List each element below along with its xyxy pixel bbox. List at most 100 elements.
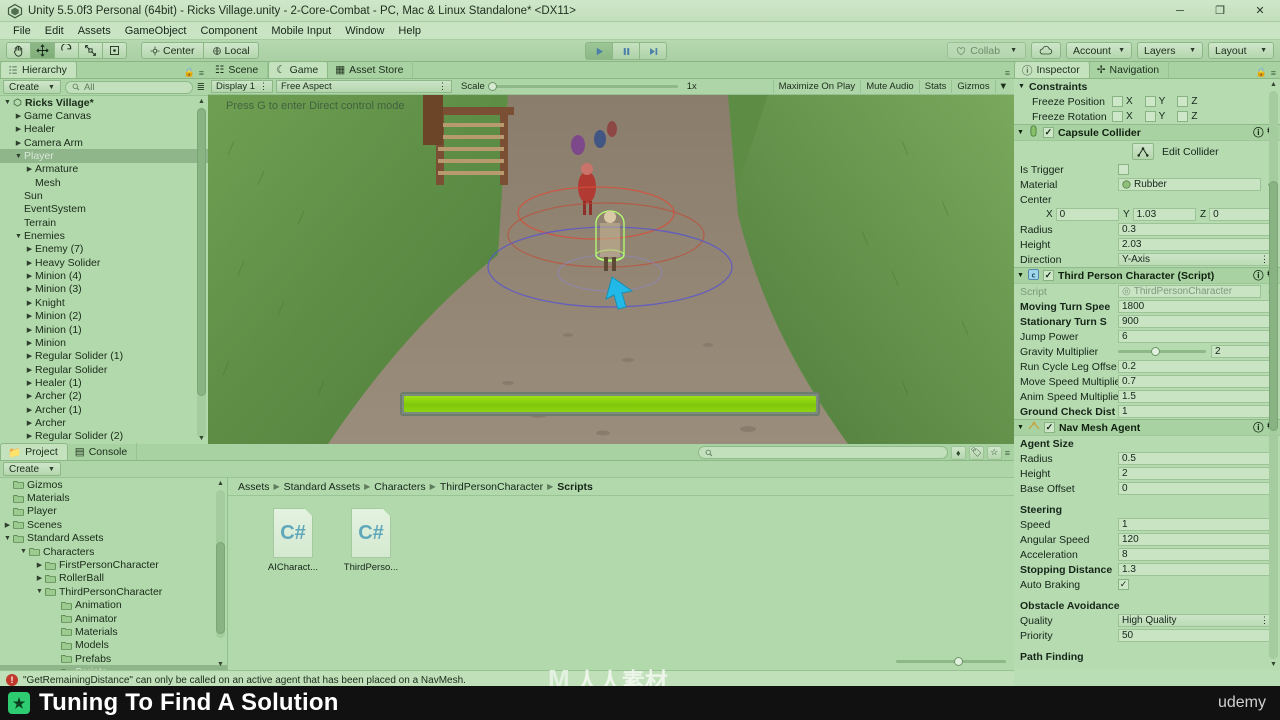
disclosure-triangle-icon[interactable]: ▶ bbox=[13, 125, 24, 133]
project-tree-item[interactable]: Animation bbox=[0, 599, 227, 612]
project-tree-item[interactable]: Gizmos bbox=[0, 478, 227, 491]
help-icon[interactable]: ⓘ bbox=[1253, 268, 1264, 283]
component-header-nav-mesh-agent[interactable]: ▼ ✓ Nav Mesh Agent ⓘ ⚙ bbox=[1014, 419, 1280, 436]
breadcrumb[interactable]: Assets ▶ Standard Assets ▶ Characters ▶ ThirdP… bbox=[228, 478, 1014, 496]
ground-check-distance-field[interactable]: 1 bbox=[1118, 405, 1273, 418]
disclosure-triangle-icon[interactable]: ▶ bbox=[24, 299, 35, 307]
rect-tool-icon[interactable] bbox=[102, 42, 127, 59]
hierarchy-item[interactable]: ▶ Minion (3) bbox=[0, 283, 208, 296]
hand-tool-icon[interactable] bbox=[6, 42, 31, 59]
disclosure-triangle-icon[interactable]: ▶ bbox=[24, 285, 35, 293]
hierarchy-item[interactable]: ▶ Archer (2) bbox=[0, 390, 208, 403]
inspector-scroll-thumb[interactable] bbox=[1269, 181, 1278, 431]
tab-project[interactable]: 📁 Project bbox=[0, 443, 68, 460]
asset-grid[interactable]: C# AICharact... C# ThirdPerso... bbox=[228, 496, 1014, 573]
asset-zoom-knob[interactable] bbox=[954, 657, 963, 666]
auto-braking-checkbox[interactable]: ✓ bbox=[1118, 579, 1129, 590]
hierarchy-item[interactable]: ▶ Regular Solider bbox=[0, 363, 208, 376]
agent-height-field[interactable]: 2 bbox=[1118, 467, 1273, 480]
inspector-scrollbar[interactable] bbox=[1269, 91, 1278, 659]
project-tree-item[interactable]: Models bbox=[0, 639, 227, 652]
hierarchy-item[interactable]: ▶ Regular Solider (1) bbox=[0, 350, 208, 363]
disclosure-triangle-icon[interactable]: ▼ bbox=[1018, 83, 1025, 90]
capsule-collider-enabled-checkbox[interactable]: ✓ bbox=[1042, 127, 1054, 138]
cloud-services-button[interactable] bbox=[1031, 42, 1061, 59]
hierarchy-scroll-up-icon[interactable]: ▲ bbox=[196, 96, 207, 106]
favorites-star-icon[interactable]: ☆ bbox=[986, 445, 1002, 460]
disclosure-triangle-icon[interactable]: ▼ bbox=[13, 153, 24, 160]
hierarchy-item[interactable]: ▼ Enemies bbox=[0, 229, 208, 242]
scale-tool-icon[interactable] bbox=[78, 42, 103, 59]
inspector-body[interactable]: ▼ Constraints Freeze Position X Y Z Free… bbox=[1014, 79, 1280, 670]
hierarchy-sort-icon[interactable]: ≣ bbox=[197, 82, 205, 93]
disclosure-triangle-icon[interactable]: ▼ bbox=[1017, 129, 1024, 136]
third-person-enabled-checkbox[interactable]: ✓ bbox=[1042, 270, 1054, 281]
hierarchy-item[interactable]: ▶ Minion (4) bbox=[0, 269, 208, 282]
menu-item-component[interactable]: Component bbox=[193, 24, 264, 38]
project-tree-item[interactable]: ▶ Scenes bbox=[0, 518, 227, 531]
breadcrumb-item[interactable]: Assets bbox=[238, 481, 270, 493]
hierarchy-item[interactable]: ▶ Enemy (7) bbox=[0, 243, 208, 256]
project-tree-rows[interactable]: Gizmos Materials Player ▶ Scenes ▼ Standard As… bbox=[0, 478, 227, 670]
disclosure-triangle-icon[interactable]: ▶ bbox=[34, 574, 45, 582]
layout-button[interactable]: Layout ▼ bbox=[1208, 42, 1274, 59]
collider-height-field[interactable]: 2.03 bbox=[1118, 238, 1273, 251]
avoidance-priority-field[interactable]: 50 bbox=[1118, 629, 1273, 642]
gravity-multiplier-value[interactable]: 2 bbox=[1211, 345, 1273, 358]
tab-inspector[interactable]: ⓘ Inspector bbox=[1014, 61, 1090, 78]
hierarchy-create-button[interactable]: Create ▼ bbox=[3, 80, 61, 94]
hierarchy-item[interactable]: ▶ Minion bbox=[0, 336, 208, 349]
agent-radius-field[interactable]: 0.5 bbox=[1118, 452, 1273, 465]
stats-button[interactable]: Stats bbox=[918, 80, 952, 93]
account-button[interactable]: Account ▼ bbox=[1066, 42, 1132, 59]
inspector-scroll-down-icon[interactable]: ▼ bbox=[1268, 659, 1279, 669]
jump-power-field[interactable]: 6 bbox=[1118, 330, 1273, 343]
maximize-on-play-button[interactable]: Maximize On Play bbox=[772, 80, 861, 93]
project-folder-tree[interactable]: Gizmos Materials Player ▶ Scenes ▼ Standard As… bbox=[0, 478, 228, 670]
collab-button[interactable]: Collab ▼ bbox=[947, 42, 1026, 59]
lock-icon[interactable]: 🔒 bbox=[184, 67, 195, 78]
menu-item-mobile-input[interactable]: Mobile Input bbox=[264, 24, 338, 38]
angular-speed-field[interactable]: 120 bbox=[1118, 533, 1273, 546]
hierarchy-tree[interactable]: ▼ Ricks Village* ▶ Game Canvas ▶ Healer ▶ Cam… bbox=[0, 96, 208, 444]
menu-item-edit[interactable]: Edit bbox=[38, 24, 71, 38]
breadcrumb-item[interactable]: Standard Assets bbox=[284, 481, 360, 493]
disclosure-triangle-icon[interactable]: ▶ bbox=[24, 419, 35, 427]
disclosure-triangle-icon[interactable]: ▶ bbox=[24, 165, 35, 173]
disclosure-triangle-icon[interactable]: ▶ bbox=[13, 112, 24, 120]
project-tree-item[interactable]: ▼ Characters bbox=[0, 545, 227, 558]
filter-by-type-icon[interactable]: ♦ bbox=[950, 445, 966, 460]
hierarchy-search-input[interactable]: All bbox=[64, 80, 193, 94]
hierarchy-scrollbar[interactable] bbox=[197, 108, 206, 438]
asset-item[interactable]: C# AICharact... bbox=[262, 508, 324, 573]
center-y-value[interactable]: 1.03 bbox=[1132, 208, 1196, 221]
tab-console[interactable]: ▤ Console bbox=[68, 443, 138, 460]
asset-zoom-slider[interactable] bbox=[896, 656, 1006, 667]
hierarchy-item[interactable]: ▶ Armature bbox=[0, 163, 208, 176]
freeze-rotation-z[interactable]: Z bbox=[1177, 111, 1197, 122]
hierarchy-item[interactable]: ▶ Minion (1) bbox=[0, 323, 208, 336]
menu-item-help[interactable]: Help bbox=[391, 24, 428, 38]
hierarchy-item[interactable]: ▶ Archer bbox=[0, 416, 208, 429]
freeze-rotation-x[interactable]: X bbox=[1112, 111, 1133, 122]
pivot-space-button[interactable]: Local bbox=[202, 42, 259, 59]
close-button[interactable]: ✕ bbox=[1240, 0, 1280, 22]
freeze-position-y[interactable]: Y bbox=[1144, 96, 1165, 107]
hierarchy-item[interactable]: ▶ Healer (1) bbox=[0, 376, 208, 389]
project-tree-item[interactable]: Player bbox=[0, 505, 227, 518]
tab-game[interactable]: ☾ Game bbox=[268, 61, 329, 78]
component-header-capsule-collider[interactable]: ▼ ✓ Capsule Collider ⓘ ⚙ bbox=[1014, 124, 1280, 141]
layers-button[interactable]: Layers ▼ bbox=[1137, 42, 1203, 59]
pause-button[interactable] bbox=[612, 42, 640, 60]
is-trigger-checkbox[interactable] bbox=[1118, 164, 1129, 175]
hierarchy-item[interactable]: ▶ Archer (1) bbox=[0, 403, 208, 416]
project-create-button[interactable]: Create ▼ bbox=[3, 462, 61, 476]
project-scroll-thumb[interactable] bbox=[216, 542, 225, 634]
constraints-section-header[interactable]: ▼ Constraints bbox=[1014, 79, 1280, 94]
mute-audio-button[interactable]: Mute Audio bbox=[860, 80, 919, 93]
disclosure-triangle-icon[interactable]: ▶ bbox=[24, 339, 35, 347]
project-search-input[interactable] bbox=[697, 446, 948, 459]
acceleration-field[interactable]: 8 bbox=[1118, 548, 1273, 561]
edit-collider-button[interactable] bbox=[1132, 143, 1154, 160]
avoidance-quality-select[interactable]: High Quality ⋮ bbox=[1118, 614, 1273, 627]
